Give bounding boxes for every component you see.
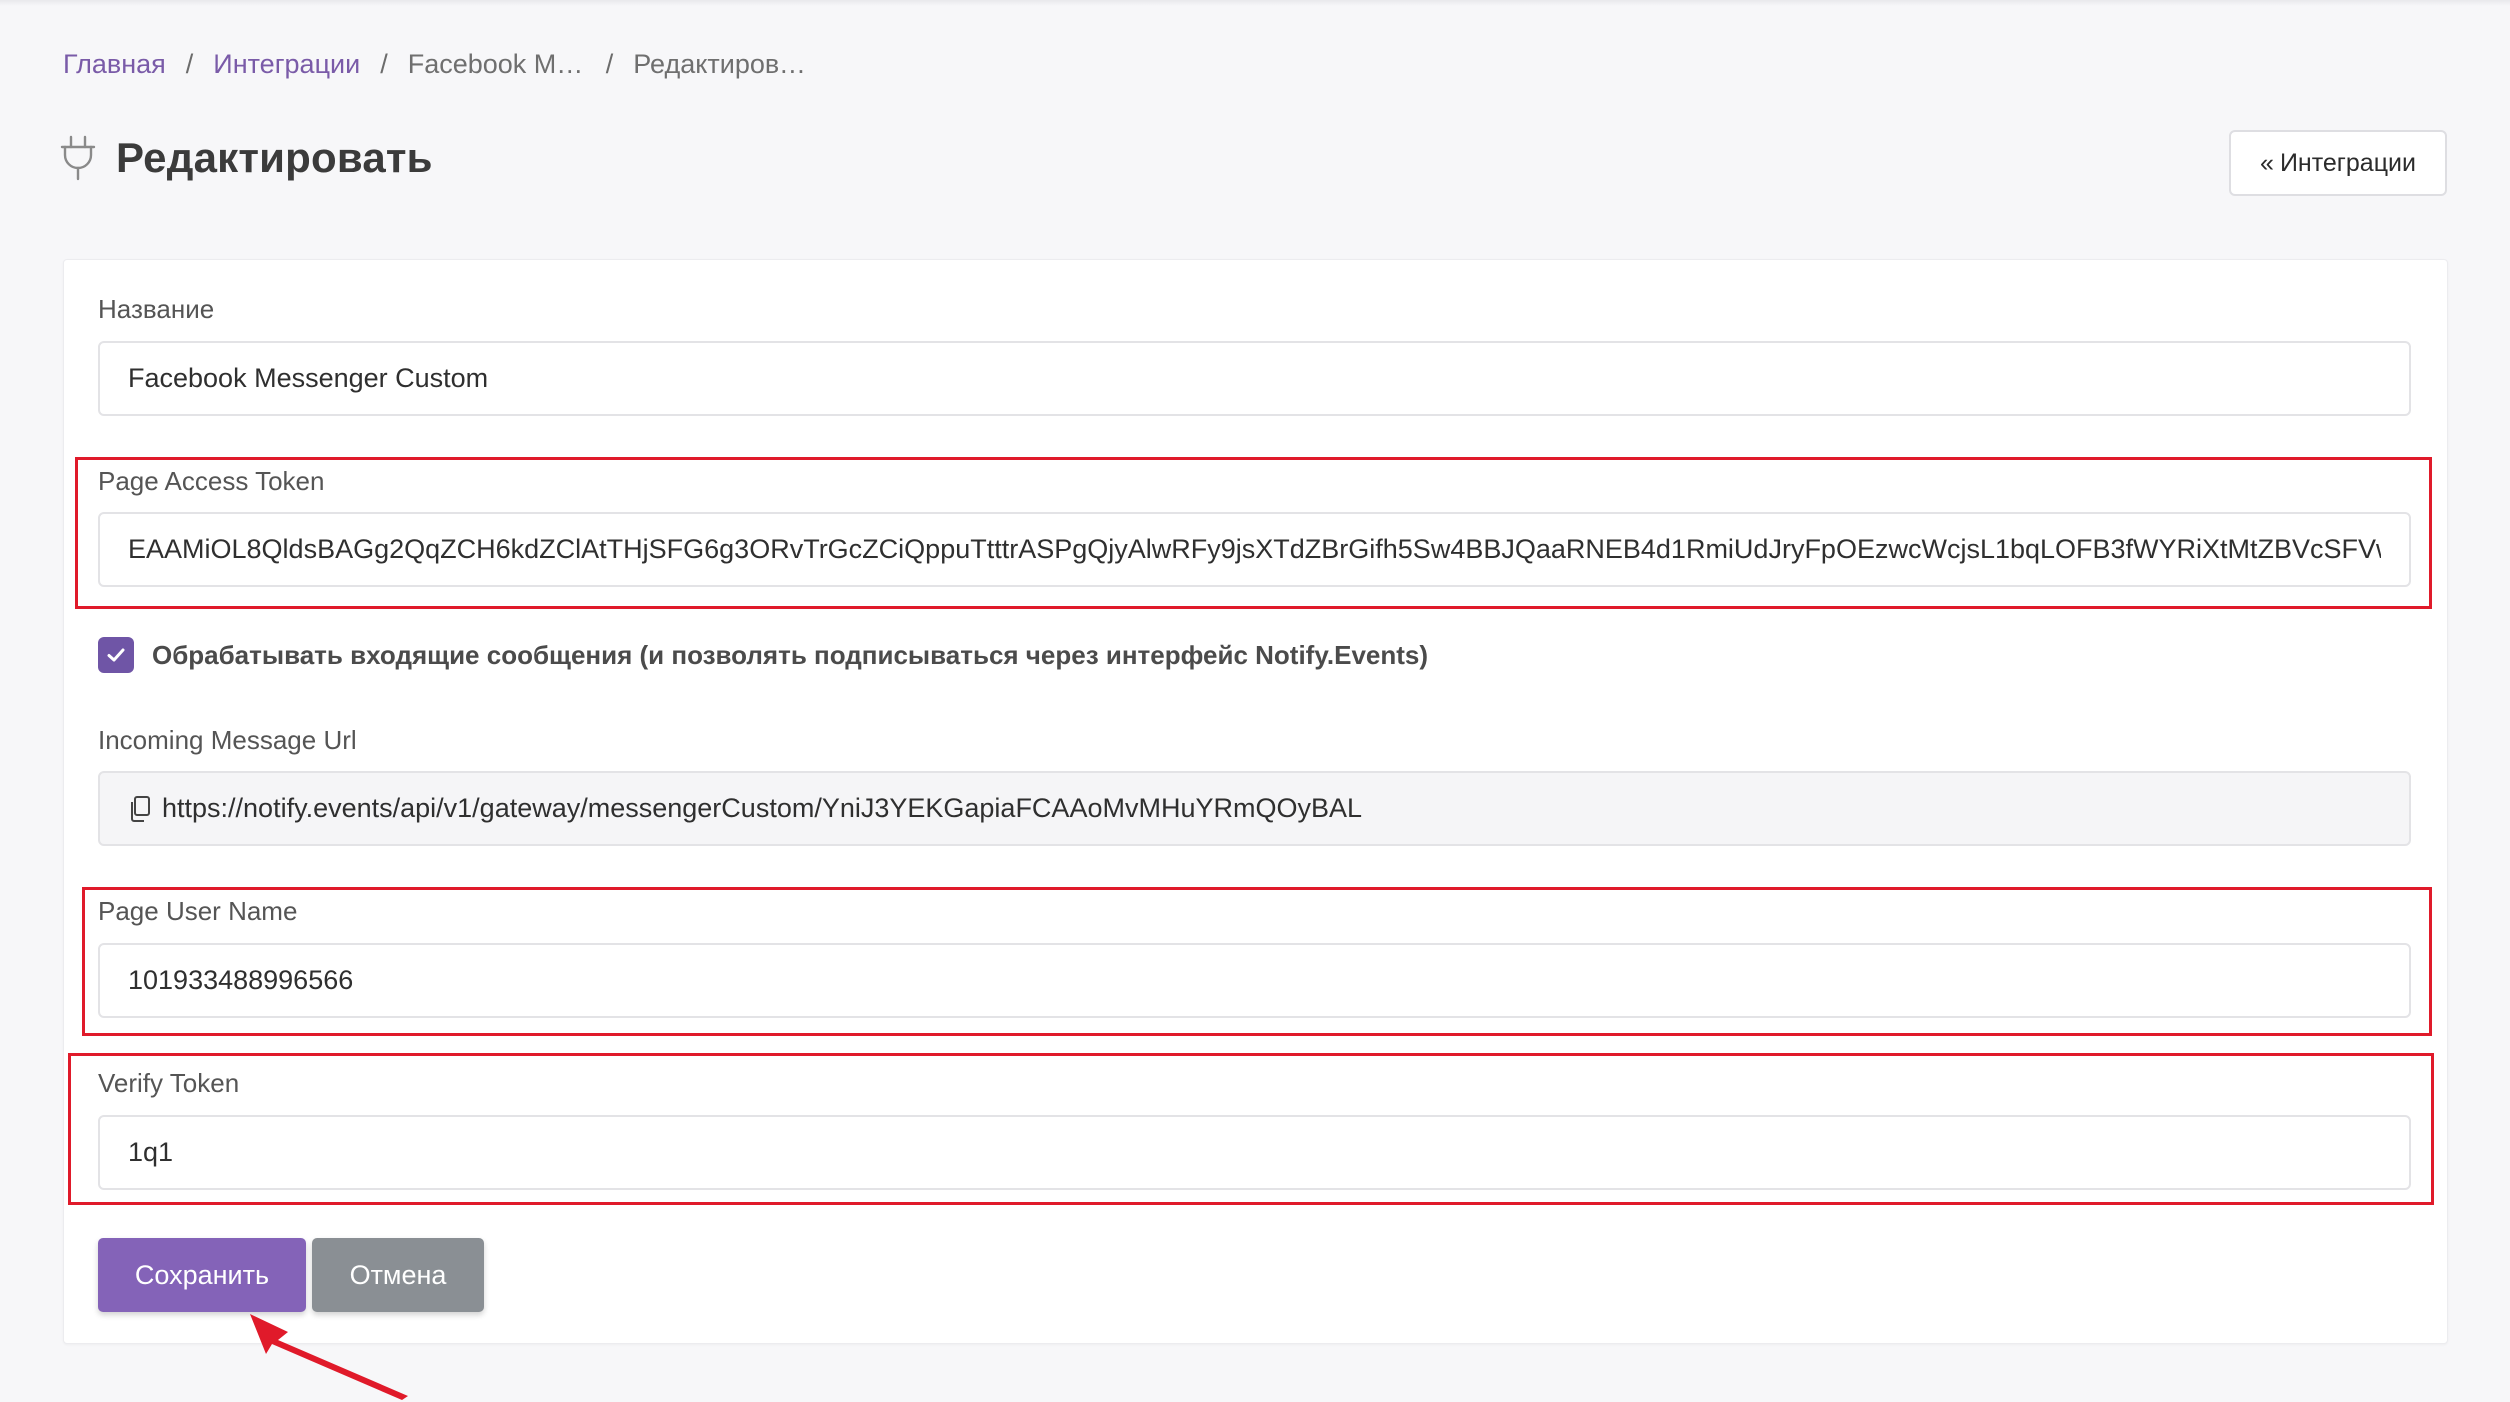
- breadcrumb-separator: /: [185, 48, 194, 79]
- name-input[interactable]: Facebook Messenger Custom: [98, 341, 2411, 416]
- breadcrumb-current: Редактирова...: [633, 48, 816, 79]
- cancel-button[interactable]: Отмена: [312, 1238, 484, 1312]
- breadcrumb-integrations[interactable]: Интеграции: [213, 49, 360, 80]
- breadcrumb-home[interactable]: Главная: [63, 49, 166, 80]
- edit-form-card: Название Facebook Messenger Custom Page …: [63, 259, 2448, 1344]
- breadcrumb-separator: /: [605, 48, 614, 79]
- page-user-name-label: Page User Name: [98, 896, 298, 926]
- save-button[interactable]: Сохранить: [98, 1238, 306, 1312]
- check-icon: [107, 648, 125, 662]
- page-access-token-label: Page Access Token: [98, 466, 325, 496]
- back-to-integrations-button[interactable]: « Интеграции: [2229, 130, 2447, 196]
- process-incoming-checkbox-row[interactable]: Обрабатывать входящие сообщения (и позво…: [98, 635, 1428, 675]
- incoming-message-url-label: Incoming Message Url: [98, 725, 357, 755]
- verify-token-value: 1q1: [128, 1137, 174, 1167]
- page-user-name-input[interactable]: 101933488996566: [98, 943, 2411, 1018]
- copy-icon[interactable]: [128, 795, 152, 823]
- name-label: Название: [98, 294, 215, 324]
- page-title: Редактировать: [116, 134, 433, 181]
- name-value: Facebook Messenger Custom: [128, 363, 489, 393]
- verify-token-input[interactable]: 1q1: [98, 1115, 2411, 1190]
- page-access-token-input[interactable]: EAAMiOL8QldsBAGg2QqZCH6kdZClAtTHjSFG6g3O…: [98, 512, 2411, 587]
- top-shadow: [0, 0, 2510, 6]
- page-user-name-value: 101933488996566: [128, 965, 354, 995]
- arrow-annotation-icon: [250, 1314, 408, 1400]
- breadcrumb-separator: /: [380, 48, 388, 79]
- process-incoming-checkbox[interactable]: [98, 637, 134, 673]
- page-access-token-value: EAAMiOL8QldsBAGg2QqZCH6kdZClAtTHjSFG6g3O…: [128, 534, 2381, 564]
- back-button-label: Интеграции: [2279, 148, 2416, 177]
- double-chevron-left-icon: «: [2260, 148, 2274, 177]
- process-incoming-label: Обрабатывать входящие сообщения (и позво…: [152, 639, 1429, 670]
- plug-icon: [60, 135, 96, 181]
- incoming-message-url-field[interactable]: https://notify.events/api/v1/gateway/mes…: [98, 771, 2411, 846]
- verify-token-label: Verify Token: [98, 1068, 240, 1098]
- incoming-message-url-value: https://notify.events/api/v1/gateway/mes…: [162, 793, 1362, 823]
- breadcrumb: Главная / Интеграции / Facebook Me... / …: [63, 46, 815, 82]
- page-header: Редактировать: [60, 130, 433, 186]
- breadcrumb-integration[interactable]: Facebook Me...: [408, 49, 586, 80]
